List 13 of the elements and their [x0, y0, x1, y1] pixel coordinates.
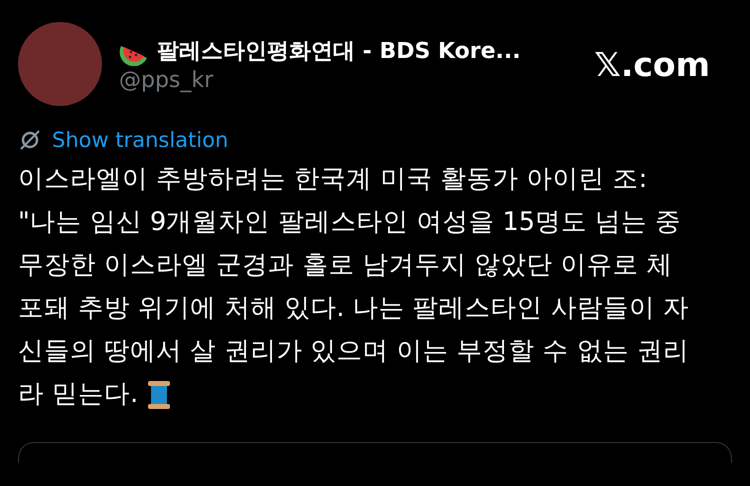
translate-icon	[18, 128, 42, 152]
post-text-line: 이스라엘이 추방하려는 한국계 미국 활동가 아이린 조:	[18, 163, 648, 196]
post-text-line: 신들의 땅에서 살 권리가 있으며 이는 부정할 수 없는 권리	[18, 335, 689, 368]
post-text-line: "나는 임신 9개월차인 팔레스타인 여성을 15명도 넘는 중	[18, 206, 682, 239]
display-name[interactable]: 팔레스타인평화연대 - BDS Kore...	[157, 36, 521, 66]
post-text-line: 무장한 이스라엘 군경과 홀로 남겨두지 않았단 이유로 체	[18, 249, 673, 282]
spool-icon	[146, 380, 172, 410]
user-handle[interactable]: @pps_kr	[119, 68, 594, 92]
avatar-icon[interactable]	[18, 22, 102, 106]
site-logo: 𝕏.com	[594, 44, 710, 84]
show-translation-link[interactable]: Show translation	[52, 128, 228, 152]
post-text-line: 포돼 추방 위기에 처해 있다. 나는 팔레스타인 사람들이 자	[18, 292, 689, 325]
post-text-line: 라 믿는다.	[18, 378, 138, 411]
